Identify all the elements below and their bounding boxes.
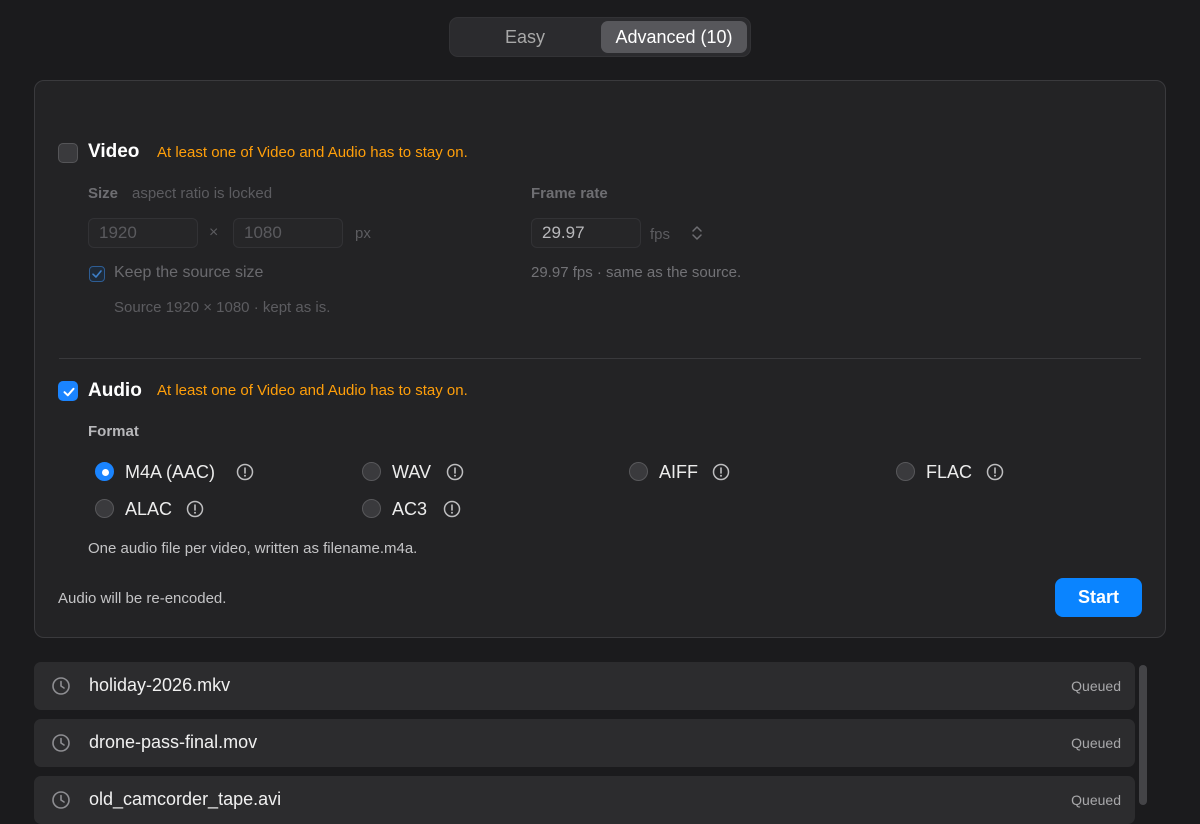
video-warning: At least one of Video and Audio has to s… xyxy=(157,144,468,161)
start-button[interactable]: Start xyxy=(1055,578,1142,617)
frame-rate-field[interactable]: 29.97 xyxy=(531,218,641,248)
status-badge: Queued xyxy=(1071,792,1121,808)
status-badge: Queued xyxy=(1071,678,1121,694)
queue-row[interactable]: holiday-2026.mkv Queued xyxy=(34,662,1135,710)
format-radio-m4a[interactable] xyxy=(95,462,114,481)
stepper-chevrons-icon[interactable] xyxy=(690,224,704,242)
status-badge: Queued xyxy=(1071,735,1121,751)
audio-checkbox[interactable] xyxy=(58,381,78,401)
format-label-aiff: AIFF xyxy=(659,462,698,482)
width-field[interactable]: 1920 xyxy=(88,218,198,248)
settings-panel: Video At least one of Video and Audio ha… xyxy=(34,80,1166,638)
format-radio-aiff[interactable] xyxy=(629,462,648,481)
fps-unit: fps xyxy=(650,226,671,243)
clock-icon xyxy=(52,677,70,695)
checkmark-icon xyxy=(63,387,75,397)
clock-icon xyxy=(52,791,70,809)
format-label: Format xyxy=(88,423,139,440)
size-label: Size xyxy=(88,185,119,202)
file-name: holiday-2026.mkv xyxy=(89,675,231,695)
queue-scrollbar[interactable] xyxy=(1139,665,1147,805)
tab-advanced[interactable]: Advanced (10) xyxy=(601,21,747,53)
audio-warning: At least one of Video and Audio has to s… xyxy=(157,382,468,399)
clock-icon xyxy=(52,734,70,752)
section-divider xyxy=(59,358,1141,359)
info-icon[interactable] xyxy=(186,500,204,518)
frame-rate-label: Frame rate xyxy=(531,185,608,202)
format-radio-ac3[interactable] xyxy=(362,499,381,518)
info-icon[interactable] xyxy=(986,463,1004,481)
size-hint: aspect ratio is locked xyxy=(132,185,273,202)
keep-source-checkbox[interactable] xyxy=(89,266,105,282)
format-label-m4a: M4A (AAC) xyxy=(125,462,216,482)
format-label-ac3: AC3 xyxy=(392,499,428,519)
queue-row[interactable]: drone-pass-final.mov Queued xyxy=(34,719,1135,767)
format-note: One audio file per video, written as fil… xyxy=(88,540,418,557)
times-sign: × xyxy=(209,224,219,241)
format-radio-alac[interactable] xyxy=(95,499,114,518)
format-radio-flac[interactable] xyxy=(896,462,915,481)
height-field[interactable]: 1080 xyxy=(233,218,343,248)
keep-source-label: Keep the source size xyxy=(114,264,264,281)
frame-rate-note: 29.97 fps · same as the source. xyxy=(531,264,742,281)
reencode-note: Audio will be re-encoded. xyxy=(58,590,227,607)
source-note: Source 1920 × 1080 · kept as is. xyxy=(114,299,331,316)
info-icon[interactable] xyxy=(236,463,254,481)
checkmark-icon xyxy=(92,270,102,278)
px-unit: px xyxy=(355,225,371,242)
format-radio-wav[interactable] xyxy=(362,462,381,481)
format-label-wav: WAV xyxy=(392,462,431,482)
info-icon[interactable] xyxy=(443,500,461,518)
info-icon[interactable] xyxy=(712,463,730,481)
info-icon[interactable] xyxy=(446,463,464,481)
tab-easy[interactable]: Easy xyxy=(452,21,598,53)
audio-title: Audio xyxy=(88,380,142,401)
mode-segmented-control: Easy Advanced (10) xyxy=(449,17,751,57)
format-label-alac: ALAC xyxy=(125,499,173,519)
video-title: Video xyxy=(88,141,140,162)
format-label-flac: FLAC xyxy=(926,462,973,482)
video-checkbox[interactable] xyxy=(58,143,78,163)
file-name: drone-pass-final.mov xyxy=(89,732,258,752)
queue-row[interactable]: old_camcorder_tape.avi Queued xyxy=(34,776,1135,824)
